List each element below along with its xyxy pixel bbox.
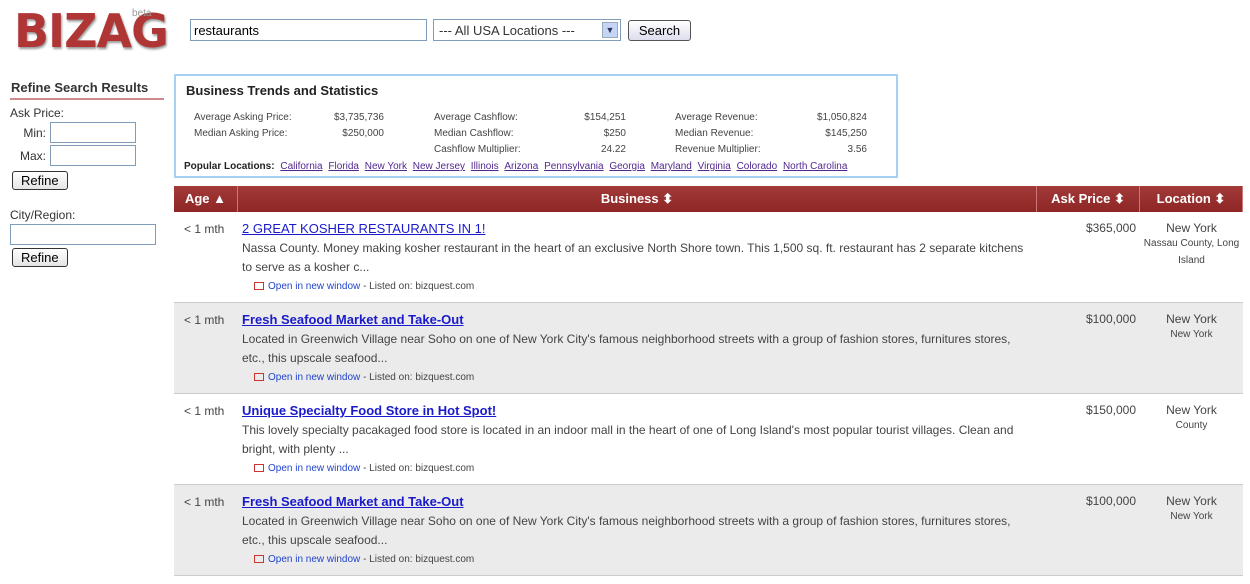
stat-value: $154,251 bbox=[584, 112, 626, 123]
stat-value: $250 bbox=[603, 128, 626, 139]
min-label: Min: bbox=[23, 125, 46, 140]
location-link[interactable]: New Jersey bbox=[413, 161, 465, 172]
bizag-logo[interactable]: BIZAG beta bbox=[14, 6, 174, 58]
new-window-icon bbox=[254, 555, 264, 564]
listing-region: New York bbox=[1170, 329, 1213, 340]
ask-price-label: Ask Price: bbox=[10, 106, 65, 120]
new-window-icon bbox=[254, 464, 264, 473]
location-link[interactable]: Virginia bbox=[698, 161, 731, 172]
stat-label: Average Asking Price: bbox=[194, 112, 292, 123]
max-price-input[interactable] bbox=[50, 145, 136, 166]
listing-price: $100,000 bbox=[1085, 494, 1136, 508]
open-new-window-link[interactable]: Open in new window bbox=[268, 463, 360, 474]
listing-state: New York bbox=[1166, 221, 1217, 235]
listing-age: < 1 mth bbox=[184, 313, 225, 327]
location-link[interactable]: New York bbox=[365, 161, 407, 172]
listing-price: $100,000 bbox=[1085, 312, 1136, 326]
beta-label: beta bbox=[132, 8, 152, 19]
city-label: City/Region: bbox=[10, 208, 76, 222]
city-input[interactable] bbox=[10, 224, 156, 245]
min-price-input[interactable] bbox=[50, 122, 136, 143]
listing-region: County bbox=[1175, 420, 1208, 431]
stat-value: 3.56 bbox=[847, 144, 867, 155]
location-link[interactable]: Colorado bbox=[737, 161, 778, 172]
listing-region: Nassau County, Long Island bbox=[1143, 238, 1240, 266]
stat-label: Median Cashflow: bbox=[434, 128, 514, 139]
location-link[interactable]: North Carolina bbox=[783, 161, 847, 172]
table-row: < 1 mth 2 GREAT KOSHER RESTAURANTS IN 1!… bbox=[174, 212, 1243, 303]
listing-description: Nassa County. Money making kosher restau… bbox=[242, 241, 1024, 274]
listing-description: Located in Greenwich Village near Soho o… bbox=[242, 514, 1011, 547]
open-new-window-link[interactable]: Open in new window bbox=[268, 281, 360, 292]
new-window-icon bbox=[254, 282, 264, 291]
search-input[interactable] bbox=[190, 19, 427, 41]
max-label: Max: bbox=[19, 148, 46, 163]
location-link[interactable]: California bbox=[280, 161, 322, 172]
stats-col-asking: Average Asking Price: $3,735,736 Median A… bbox=[194, 112, 384, 144]
listing-title-link[interactable]: Fresh Seafood Market and Take-Out bbox=[242, 312, 464, 327]
listing-state: New York bbox=[1166, 312, 1217, 326]
business-stats-panel: Business Trends and Statistics Average A… bbox=[174, 74, 898, 178]
sidebar-title: Refine Search Results bbox=[10, 80, 164, 100]
listing-title-link[interactable]: 2 GREAT KOSHER RESTAURANTS IN 1! bbox=[242, 221, 485, 236]
stat-label: Revenue Multiplier: bbox=[675, 144, 761, 155]
stat-value: $1,050,824 bbox=[816, 112, 867, 123]
search-button[interactable]: Search bbox=[628, 20, 691, 41]
location-link[interactable]: Maryland bbox=[651, 161, 692, 172]
listing-age: < 1 mth bbox=[184, 404, 225, 418]
sort-location[interactable]: Location ⬍ bbox=[1140, 186, 1243, 212]
popular-label: Popular Locations: bbox=[184, 161, 275, 172]
listed-on: - Listed on: bizquest.com bbox=[363, 463, 475, 474]
listed-on: - Listed on: bizquest.com bbox=[363, 372, 475, 383]
location-link[interactable]: Illinois bbox=[471, 161, 499, 172]
stat-label: Average Cashflow: bbox=[434, 112, 518, 123]
listed-on: - Listed on: bizquest.com bbox=[363, 554, 475, 565]
listed-on: - Listed on: bizquest.com bbox=[363, 281, 475, 292]
refine-price-button[interactable]: Refine bbox=[12, 171, 68, 190]
sort-business[interactable]: Business ⬍ bbox=[238, 186, 1037, 212]
listing-title-link[interactable]: Unique Specialty Food Store in Hot Spot! bbox=[242, 403, 496, 418]
chevron-down-icon[interactable]: ▼ bbox=[602, 22, 618, 38]
listing-description: Located in Greenwich Village near Soho o… bbox=[242, 332, 1011, 365]
new-window-icon bbox=[254, 373, 264, 382]
sort-age[interactable]: Age ▲ bbox=[174, 186, 238, 212]
listing-description: This lovely specialty pacakaged food sto… bbox=[242, 423, 1014, 456]
listing-state: New York bbox=[1166, 494, 1217, 508]
table-header: Age ▲ Business ⬍ Ask Price ⬍ Location ⬍ bbox=[174, 186, 1243, 212]
listing-age: < 1 mth bbox=[184, 222, 225, 236]
listing-state: New York bbox=[1166, 403, 1217, 417]
stats-col-revenue: Average Revenue: $1,050,824 Median Revenu… bbox=[675, 112, 867, 160]
location-value: --- All USA Locations --- bbox=[439, 23, 575, 38]
stat-label: Average Revenue: bbox=[675, 112, 758, 123]
location-link[interactable]: Georgia bbox=[609, 161, 645, 172]
open-new-window-link[interactable]: Open in new window bbox=[268, 372, 360, 383]
listing-price: $150,000 bbox=[1085, 403, 1136, 417]
listing-age: < 1 mth bbox=[184, 495, 225, 509]
stats-col-cashflow: Average Cashflow: $154,251 Median Cashflo… bbox=[434, 112, 626, 160]
listing-title-link[interactable]: Fresh Seafood Market and Take-Out bbox=[242, 494, 464, 509]
refine-city-button[interactable]: Refine bbox=[12, 248, 68, 267]
table-row: < 1 mth Fresh Seafood Market and Take-Ou… bbox=[174, 485, 1243, 576]
stats-title: Business Trends and Statistics bbox=[186, 83, 379, 98]
table-row: < 1 mth Fresh Seafood Market and Take-Ou… bbox=[174, 303, 1243, 394]
listing-price: $365,000 bbox=[1085, 221, 1136, 235]
listing-region: New York bbox=[1170, 511, 1213, 522]
location-select[interactable]: --- All USA Locations --- ▼ bbox=[433, 19, 621, 41]
stat-label: Median Asking Price: bbox=[194, 128, 288, 139]
stat-value: $250,000 bbox=[342, 128, 384, 139]
location-link[interactable]: Arizona bbox=[504, 161, 538, 172]
stat-value: $145,250 bbox=[825, 128, 867, 139]
popular-locations: Popular Locations: California Florida Ne… bbox=[184, 161, 847, 172]
location-link[interactable]: Florida bbox=[328, 161, 359, 172]
open-new-window-link[interactable]: Open in new window bbox=[268, 554, 360, 565]
sort-ask-price[interactable]: Ask Price ⬍ bbox=[1037, 186, 1140, 212]
stat-value: 24.22 bbox=[600, 144, 626, 155]
table-row: < 1 mth Unique Specialty Food Store in H… bbox=[174, 394, 1243, 485]
stat-label: Median Revenue: bbox=[675, 128, 754, 139]
stat-label: Cashflow Multiplier: bbox=[434, 144, 521, 155]
listings-table: Age ▲ Business ⬍ Ask Price ⬍ Location ⬍ … bbox=[174, 186, 1243, 576]
stat-value: $3,735,736 bbox=[333, 112, 384, 123]
location-link[interactable]: Pennsylvania bbox=[544, 161, 603, 172]
refine-sidebar: Refine Search Results Ask Price: Min: Ma… bbox=[10, 80, 164, 267]
